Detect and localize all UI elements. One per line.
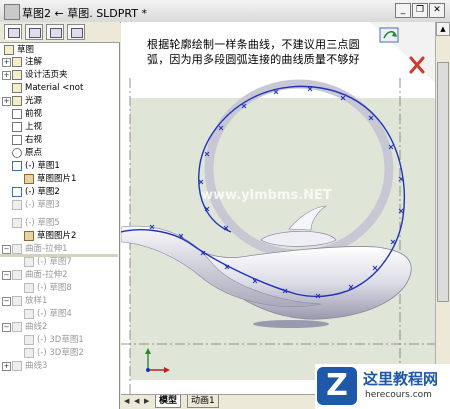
restore-button[interactable]: ❐: [412, 3, 428, 18]
configuration-icon: [50, 28, 62, 38]
spline-point[interactable]: [390, 239, 396, 245]
binder-icon: [12, 69, 22, 80]
sketch-icon: [24, 256, 34, 267]
material-icon: [12, 82, 22, 93]
site-logo: Z 这里教程网 herecours.com: [315, 364, 450, 409]
tree-item-design-binder[interactable]: 设计活页夹: [12, 69, 68, 81]
tree-item-sketch-picture2[interactable]: 草图图片2: [24, 230, 76, 242]
tab-animation1[interactable]: 动画1: [187, 395, 219, 408]
tree-item-curve3[interactable]: 曲线3: [12, 360, 47, 372]
sketch-icon: [12, 160, 22, 171]
sketch-icon: [12, 217, 22, 228]
curve-icon: [12, 321, 22, 332]
tree-item-surface-extrude2[interactable]: 曲面-拉伸2: [12, 269, 67, 281]
confirmation-corner: [370, 22, 435, 82]
graphics-area[interactable]: 根据轮廓绘制一样条曲线，不建议用三点圆弧，因为用多段圆弧连接的曲线质量不够好 w…: [121, 22, 435, 394]
tree-item-sketch1[interactable]: (-) 草图1: [12, 160, 60, 172]
loft-icon: [12, 295, 22, 306]
tree-item-sketch3[interactable]: (-) 草图3: [12, 199, 60, 211]
expand-toggle[interactable]: +: [2, 58, 11, 67]
close-button[interactable]: ✕: [429, 3, 445, 18]
spline-point[interactable]: [198, 179, 204, 185]
tree-item-curve2[interactable]: 曲线2: [12, 321, 47, 333]
tree-item-annotations[interactable]: 注解: [12, 56, 42, 68]
plane-icon: [12, 108, 22, 119]
title-bar: 草图2 ← 草图. SLDPRT * _ ❐ ✕: [0, 0, 450, 23]
logo-title: 这里教程网: [363, 370, 439, 388]
tree-item-origin[interactable]: 原点: [12, 147, 42, 159]
sketch-icon: [12, 186, 22, 197]
tree-item-part[interactable]: 草图: [4, 44, 34, 56]
origin-icon: [12, 147, 22, 158]
tree-item-sketch-picture1[interactable]: 草图图片1: [24, 173, 76, 185]
plane-icon: [12, 134, 22, 145]
tab-model[interactable]: 模型: [155, 395, 182, 408]
sketch-icon: [24, 282, 34, 293]
next-tab-arrow[interactable]: ▶: [144, 396, 153, 407]
tree-item-front-plane[interactable]: 前视: [12, 108, 42, 120]
tree-item-sketch7[interactable]: (-) 草图7: [24, 256, 72, 268]
plane-icon: [12, 121, 22, 132]
tab-feature-tree[interactable]: [4, 24, 22, 40]
tree-item-sketch2[interactable]: (-) 草图2: [12, 186, 60, 198]
3d-sketch-icon: [24, 347, 34, 358]
tree-item-sketch4[interactable]: (-) 草图4: [24, 308, 72, 320]
scroll-up-button[interactable]: ▲: [436, 22, 450, 36]
tree-item-top-plane[interactable]: 上视: [12, 121, 42, 133]
coordinate-triad: [145, 348, 170, 373]
tree-item-material[interactable]: Material <not: [12, 82, 83, 94]
tree-item-sketch8[interactable]: (-) 草图8: [24, 282, 72, 294]
curve-icon: [12, 360, 22, 371]
dimxpert-icon: [71, 28, 83, 38]
expand-toggle[interactable]: −: [2, 245, 11, 254]
solidworks-window: 草图2 ← 草图. SLDPRT * _ ❐ ✕ 草图 + 注解 + 设计活页夹…: [0, 0, 450, 409]
rollback-bar[interactable]: [0, 254, 118, 257]
exit-sketch-icon[interactable]: [379, 27, 399, 43]
panel-tabs: [0, 22, 120, 43]
tab-configuration-manager[interactable]: [46, 24, 64, 40]
teapot-lid-shape: [260, 231, 337, 247]
picture-icon: [24, 230, 34, 241]
annotations-icon: [12, 56, 22, 67]
expand-toggle[interactable]: +: [2, 362, 11, 371]
tree-item-right-plane[interactable]: 右视: [12, 134, 42, 146]
expand-toggle[interactable]: +: [2, 71, 11, 80]
surface-extrude-icon: [12, 269, 22, 280]
sketch-icon: [24, 308, 34, 319]
logo-url: herecours.com: [365, 390, 432, 400]
expand-toggle[interactable]: −: [2, 297, 11, 306]
3d-sketch-icon: [24, 334, 34, 345]
watermark-text: www.ylmbms.NET: [201, 188, 332, 203]
expand-toggle[interactable]: +: [2, 97, 11, 106]
window-title: 草图2 ← 草图. SLDPRT *: [22, 7, 147, 20]
expand-toggle[interactable]: −: [2, 323, 11, 332]
instruction-note: 根据轮廓绘制一样条曲线，不建议用三点圆弧，因为用多段圆弧连接的曲线质量不够好: [147, 38, 360, 66]
logo-mark-icon: Z: [317, 367, 357, 405]
tree-item-loft1[interactable]: 放样1: [12, 295, 47, 307]
lights-icon: [12, 95, 22, 106]
expand-toggle[interactable]: −: [2, 271, 11, 280]
minimize-button[interactable]: _: [395, 3, 411, 18]
tree-item-3dsketch2[interactable]: (-) 3D草图2: [24, 347, 84, 359]
teapot-base-shape: [253, 320, 329, 328]
tab-dimxpert[interactable]: [67, 24, 85, 40]
document-icon: [4, 4, 20, 20]
feature-manager-panel: 草图 + 注解 + 设计活页夹 Material <not + 光源 前视 上视…: [0, 22, 120, 409]
surface-extrude-icon: [12, 243, 22, 254]
vertical-scrollbar[interactable]: ▲ ▼: [435, 22, 450, 394]
part-icon: [4, 44, 14, 55]
first-tab-arrow[interactable]: ◀: [124, 396, 133, 407]
property-icon: [29, 28, 41, 38]
tab-property-manager[interactable]: [25, 24, 43, 40]
feature-tree-icon: [8, 28, 20, 38]
tree-item-3dsketch1[interactable]: (-) 3D草图1: [24, 334, 84, 346]
tree-item-sketch5[interactable]: (-) 草图5: [12, 217, 60, 229]
tree-item-lights[interactable]: 光源: [12, 95, 42, 107]
sketch-icon: [12, 199, 22, 210]
picture-icon: [24, 173, 34, 184]
prev-tab-arrow[interactable]: ◀: [134, 396, 143, 407]
scroll-thumb[interactable]: [437, 62, 449, 302]
lid-knob-shape: [288, 205, 328, 231]
spline-point[interactable]: [398, 176, 404, 182]
